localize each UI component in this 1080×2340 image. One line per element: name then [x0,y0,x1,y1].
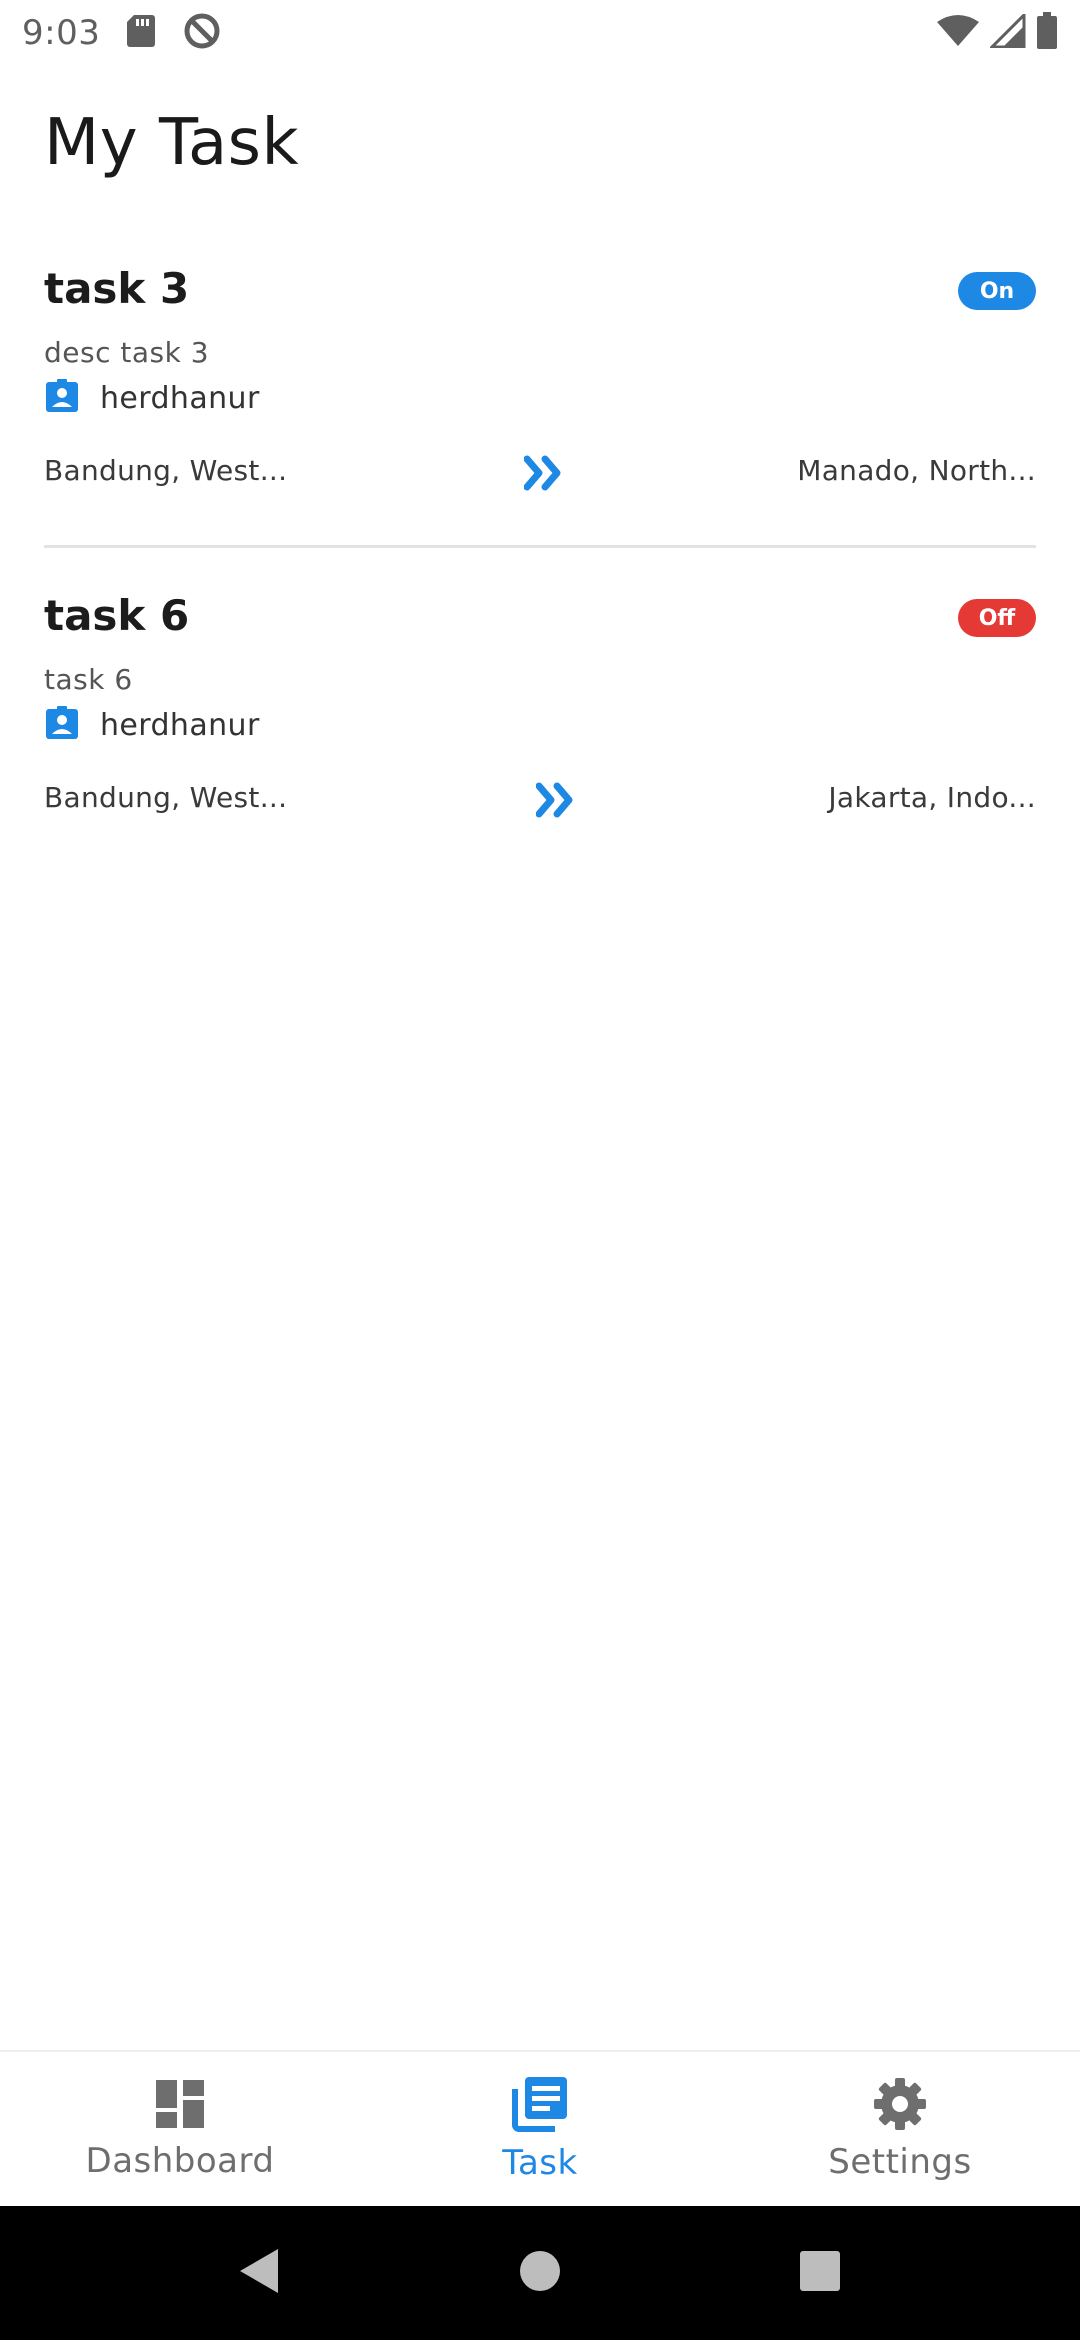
task-description: desc task 3 [44,336,210,369]
route-destination: Manado, North... [797,454,1036,487]
task-title: task 3 [44,264,190,313]
nav-label-settings: Settings [828,2142,972,2182]
user-name: herdhanur [100,380,260,416]
double-chevron-right-icon [535,781,576,823]
page-title: My Task [44,106,300,180]
user-name: herdhanur [100,707,260,743]
no-sync-icon [182,11,222,55]
task-title: task 6 [44,591,190,640]
sd-card-icon [126,14,156,52]
status-right [936,11,1058,54]
status-left: 9:03 [22,11,222,55]
battery-icon [1036,12,1058,54]
cell-signal-icon [988,11,1026,52]
task-card[interactable]: task 3 On desc task 3 herdhanur Bandung,… [44,258,1036,548]
nav-item-settings[interactable]: Settings [720,2052,1080,2206]
route-origin: Bandung, West... [44,454,288,487]
status-badge-on: On [958,272,1036,310]
route-row: Bandung, West... Jakarta, Indo... [44,781,1036,825]
system-nav-bar [0,2206,1080,2340]
task-card[interactable]: task 6 Off task 6 herdhanur Bandung, Wes… [44,585,1036,845]
nav-item-dashboard[interactable]: Dashboard [0,2052,360,2206]
dashboard-icon [153,2077,207,2135]
status-bar: 9:03 [0,0,1080,66]
double-chevron-right-icon [523,454,564,496]
screen: 9:03 My Task task 3 On desc task 3 herdh… [0,0,1080,2340]
contact-badge-icon [44,705,80,745]
nav-label-dashboard: Dashboard [85,2141,275,2181]
recents-button[interactable] [798,2249,842,2297]
back-button[interactable] [238,2247,282,2299]
route-origin: Bandung, West... [44,781,288,814]
task-user: herdhanur [44,705,260,745]
contact-badge-icon [44,378,80,418]
nav-label-task: Task [502,2143,578,2183]
status-badge-off: Off [958,599,1036,637]
gear-icon [872,2076,928,2136]
nav-item-task[interactable]: Task [360,2052,720,2206]
route-destination: Jakarta, Indo... [828,781,1036,814]
task-list-icon [511,2075,569,2137]
wifi-icon [936,14,980,52]
home-button[interactable] [518,2249,562,2297]
task-user: herdhanur [44,378,260,418]
bottom-nav: Dashboard Task Settings [0,2050,1080,2206]
route-row: Bandung, West... Manado, North... [44,454,1036,498]
task-description: task 6 [44,663,133,696]
status-time: 9:03 [22,13,101,53]
